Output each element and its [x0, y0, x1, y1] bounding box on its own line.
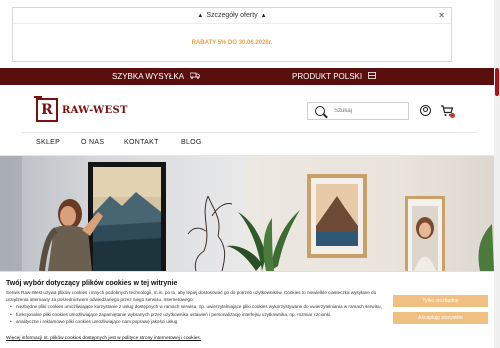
info-bar-label: PRODUKT POLSKI — [292, 72, 363, 81]
promo-header[interactable]: ▲ Szczegóły oferty ▲ ✕ — [13, 8, 451, 24]
triangle-up-icon: ▲ — [197, 12, 204, 19]
cart-icon[interactable] — [440, 104, 455, 118]
info-bar-item-polish-product: PRODUKT POLSKI — [292, 72, 376, 81]
list-item: niezbędne pliki cookies umożliwiające ko… — [10, 303, 394, 310]
cookie-description: Serwis Raw-West używa plików cookies i i… — [6, 289, 394, 325]
info-bar-label: SZYBKA WYSYŁKA — [112, 72, 185, 81]
site-logo[interactable]: R RAW-WEST — [34, 96, 128, 122]
hero-illustration — [0, 156, 494, 271]
cookie-bullet-list: niezbędne pliki cookies umożliwiające ko… — [6, 303, 394, 325]
list-item: analityczne i reklamowe pliki cookies um… — [10, 318, 394, 325]
nav-item-contact[interactable]: KONTAKT — [124, 139, 159, 146]
accept-all-button[interactable]: Akceptuję wszystkie — [393, 312, 488, 324]
scrollbar-thumb[interactable] — [495, 68, 499, 96]
nav-item-about[interactable]: O NAS — [81, 139, 104, 146]
cookie-policy-link[interactable]: Więcej informacji nt. plików cookies dos… — [6, 336, 201, 341]
promo-header-label: Szczegóły oferty — [206, 12, 258, 19]
triangle-up-icon: ▲ — [260, 12, 267, 19]
truck-icon — [189, 72, 201, 81]
promo-text: RABATY 5% DO 30.06.2026r. — [191, 39, 273, 46]
info-bar-item-shipping: SZYBKA WYSYŁKA — [112, 72, 201, 81]
logo-mark: R — [34, 96, 58, 122]
nav-item-shop[interactable]: SKLEP — [36, 139, 60, 146]
list-item: funkcjonalne pliki cookies umożliwiające… — [10, 311, 394, 318]
nav-item-blog[interactable]: BLOG — [181, 139, 202, 146]
search-box[interactable] — [307, 102, 409, 120]
hero-banner — [0, 156, 494, 271]
promo-box: ▲ Szczegóły oferty ▲ ✕ RABATY 5% DO 30.0… — [12, 7, 452, 62]
flag-icon — [368, 72, 376, 81]
info-bar: SZYBKA WYSYŁKA PRODUKT POLSKI — [0, 68, 494, 85]
close-icon[interactable]: ✕ — [438, 11, 445, 20]
divider — [22, 132, 477, 133]
cookie-consent-banner: Twój wybór dotyczący plików cookies w te… — [0, 271, 494, 348]
search-input[interactable] — [334, 108, 404, 114]
search-icon[interactable] — [315, 106, 325, 116]
necessary-only-button[interactable]: Tylko niezbędne — [393, 295, 488, 307]
cookie-intro: Serwis Raw-West używa plików cookies i i… — [6, 290, 377, 303]
cart-count-badge — [450, 113, 455, 118]
cookie-title: Twój wybór dotyczący plików cookies w te… — [6, 280, 178, 287]
user-account-icon[interactable] — [420, 105, 431, 116]
page-scrollbar[interactable] — [494, 0, 500, 348]
logo-text: RAW-WEST — [62, 104, 128, 116]
